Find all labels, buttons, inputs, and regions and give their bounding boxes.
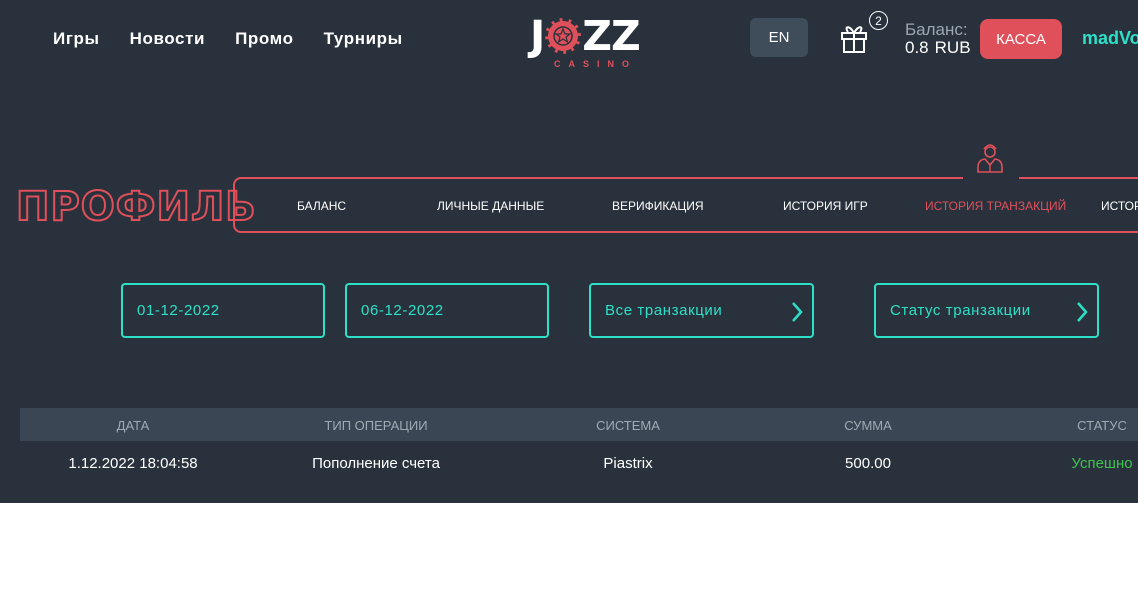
column-date: ДАТА: [116, 418, 150, 433]
cell-date: 1.12.2022 18:04:58: [68, 455, 198, 472]
transaction-type-select[interactable]: Все транзакции: [589, 283, 814, 338]
column-amount: СУММА: [844, 418, 892, 433]
tab-transaction-history[interactable]: ИСТОРИЯ ТРАНЗАКЦИЙ: [925, 199, 1066, 213]
balance-amount: 0.8: [905, 38, 929, 57]
balance-value: 0.8 RUB: [905, 38, 977, 58]
date-from-field[interactable]: 01-12-2022: [121, 283, 325, 338]
tab-balance[interactable]: БАЛАНС: [297, 199, 346, 213]
transaction-status-value: Статус транзакции: [890, 302, 1031, 319]
chevron-right-icon: [790, 301, 804, 327]
nav-news-link[interactable]: Новости: [130, 29, 205, 49]
column-system: СИСТЕМА: [596, 418, 660, 433]
user-icon: [976, 141, 1004, 173]
date-to-field[interactable]: 06-12-2022: [345, 283, 549, 338]
cell-status: Успешно: [1071, 455, 1133, 472]
nav-tournaments-link[interactable]: Турниры: [324, 29, 403, 49]
cell-amount: 500.00: [845, 455, 891, 472]
tab-game-history[interactable]: ИСТОРИЯ ИГР: [783, 199, 868, 213]
cell-system: Piastrix: [603, 455, 653, 472]
logo[interactable]: J ZZ CASINO: [530, 14, 650, 72]
profile-tabs: БАЛАНС ЛИЧНЫЕ ДАННЫЕ ВЕРИФИКАЦИЯ ИСТОРИЯ…: [233, 177, 1138, 233]
tab-personal-data[interactable]: ЛИЧНЫЕ ДАННЫЕ: [437, 199, 544, 213]
cell-operation-type: Пополнение счета: [312, 455, 440, 472]
logo-wordmark: J ZZ: [530, 12, 641, 60]
gift-icon[interactable]: [839, 22, 869, 54]
nav-promo-link[interactable]: Промо: [235, 29, 294, 49]
gift-count-badge: 2: [869, 11, 888, 30]
username-link[interactable]: madVo: [1082, 28, 1138, 49]
tab-history-more[interactable]: ИСТОР: [1101, 199, 1138, 213]
column-status: СТАТУС: [1077, 418, 1127, 433]
app-container: Игры Новости Промо Турниры J ZZ CASINO EN…: [0, 0, 1138, 503]
date-from-value: 01-12-2022: [137, 302, 220, 319]
date-to-value: 06-12-2022: [361, 302, 444, 319]
cashier-button[interactable]: КАССА: [980, 19, 1062, 59]
column-operation-type: ТИП ОПЕРАЦИИ: [324, 418, 428, 433]
transaction-status-select[interactable]: Статус транзакции: [874, 283, 1099, 338]
profile-title: ПРОФИЛЬ: [15, 183, 257, 231]
tab-verification[interactable]: ВЕРИФИКАЦИЯ: [612, 199, 704, 213]
main-nav: Игры Новости Промо Турниры: [53, 29, 403, 49]
balance-label: Баланс:: [905, 20, 968, 39]
logo-roulette-icon: [545, 18, 582, 54]
table-header: ДАТА ТИП ОПЕРАЦИИ СИСТЕМА СУММА СТАТУС: [20, 408, 1138, 441]
chevron-right-icon: [1075, 301, 1089, 327]
nav-games-link[interactable]: Игры: [53, 29, 100, 49]
transaction-type-value: Все транзакции: [605, 302, 723, 319]
balance-currency: RUB: [934, 38, 971, 57]
logo-subtitle: CASINO: [554, 59, 638, 69]
language-button[interactable]: EN: [750, 18, 808, 57]
